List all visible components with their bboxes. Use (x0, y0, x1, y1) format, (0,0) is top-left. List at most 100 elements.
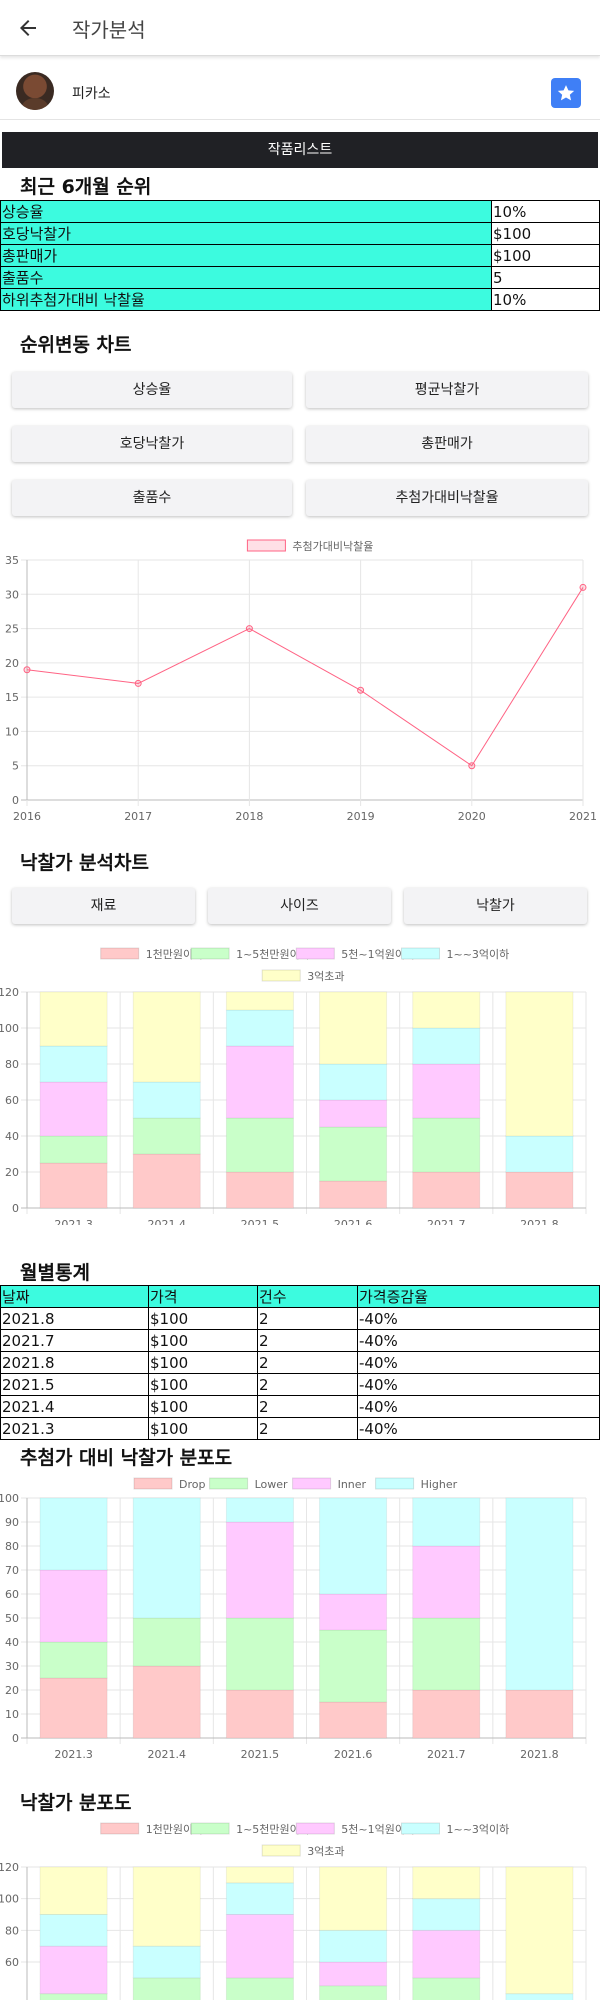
legend-label: Lower (255, 1478, 288, 1491)
y-tick-label: 20 (5, 1684, 19, 1697)
bar-segment (319, 1985, 388, 2000)
star-icon (557, 85, 575, 101)
bar-segment (225, 1977, 294, 2000)
legend-swatch (401, 1822, 440, 1835)
bar-segment (225, 1045, 294, 1119)
legend-swatch (401, 947, 440, 960)
artist-row: 피카소 (0, 68, 600, 120)
x-tick-label: 2016 (13, 810, 41, 823)
y-tick-label: 10 (5, 725, 19, 738)
x-tick-label: 2021.6 (334, 1748, 373, 1761)
y-tick-label: 20 (5, 657, 19, 670)
monthly-table: 날짜 가격 건수 가격증감율 2021.8 $100 2 -40% 2021.7 $100… (0, 1285, 600, 1440)
bar-segment (132, 1153, 201, 1209)
monthly-title: 월별통계 (20, 1262, 90, 1284)
bar-segment (132, 991, 201, 1083)
back-arrow-icon[interactable] (16, 16, 40, 40)
monthly-date: 2021.3 (0, 1417, 149, 1440)
favorite-button[interactable] (551, 78, 581, 108)
analysis-tab-size[interactable]: 사이즈 (208, 888, 391, 924)
x-tick-label: 2021.5 (241, 1218, 280, 1225)
y-tick-label: 0 (12, 794, 19, 807)
price-distribution-chart: 1천만원이하 1~5천만원이하 5천~1억원이하 1~~3억이하3억초과6080100… (0, 1822, 587, 2000)
bar-segment (132, 1945, 201, 1979)
legend-swatch (133, 1477, 173, 1490)
analysis-tab-price[interactable]: 낙찰가 (404, 888, 587, 924)
app-bar: 작가분석 (0, 0, 600, 56)
monthly-price: $100 (148, 1395, 258, 1418)
recent-rank-table: 상승율 10% 호당낙찰가 $100 총판매가 $100 출품수 5 하위추첨가대비 낙찰율 10… (0, 200, 600, 311)
bar-segment (505, 1135, 574, 1173)
legend-label: Drop (179, 1478, 205, 1491)
rank-tab-price-per-unit[interactable]: 호당낙찰가 (12, 426, 292, 462)
y-tick-label: 90 (5, 1516, 19, 1529)
legend-swatch (292, 1477, 332, 1490)
bar-segment (319, 1099, 388, 1128)
y-tick-label: 120 (0, 1861, 19, 1874)
legend-label: 추첨가대비낙찰율 (292, 540, 373, 553)
bar-segment (132, 1866, 201, 1947)
y-tick-label: 70 (5, 1564, 19, 1577)
rank-label: 하위추첨가대비 낙찰율 (0, 288, 492, 311)
monthly-count: 2 (257, 1395, 358, 1418)
avatar (16, 72, 54, 110)
rank-row: 총판매가 $100 (0, 244, 600, 267)
series-line (26, 587, 584, 767)
y-tick-label: 40 (5, 1636, 19, 1649)
legend-swatch (190, 947, 230, 960)
bar-segment (319, 1929, 388, 1963)
x-tick-label: 2017 (124, 810, 152, 823)
bar-segment (39, 1641, 108, 1679)
monthly-header-date: 날짜 (0, 1285, 149, 1308)
rank-line-chart: 추첨가대비낙찰율 0 5 10 15 20 25 30 35 2016 2017 2018 2019 20… (5, 539, 597, 823)
bar-segment (412, 1063, 481, 1119)
y-tick-label: 35 (5, 554, 19, 567)
rank-tab-total-sales[interactable]: 총판매가 (306, 426, 588, 462)
bar-segment (225, 1617, 294, 1691)
monthly-header-count: 건수 (257, 1285, 358, 1308)
rank-tab-bid-ratio[interactable]: 추첨가대비낙찰율 (306, 480, 588, 516)
monthly-count: 2 (257, 1417, 358, 1440)
rank-value: $100 (491, 222, 600, 245)
y-tick-label: 50 (5, 1612, 19, 1625)
y-tick-label: 40 (5, 1130, 19, 1143)
monthly-change: -40% (357, 1329, 600, 1352)
rank-tab-avg-price[interactable]: 평균낙찰가 (306, 372, 588, 408)
works-list-button[interactable]: 작품리스트 (2, 132, 598, 168)
rank-value: 10% (491, 200, 600, 223)
bar-segment (39, 1866, 108, 1915)
y-tick-label: 10 (5, 1708, 19, 1721)
table-row: 2021.8 $100 2 -40% (0, 1307, 600, 1330)
monthly-header-row: 날짜 가격 건수 가격증감율 (0, 1285, 600, 1308)
x-tick-label: 2020 (458, 810, 486, 823)
x-tick-label: 2021.8 (520, 1218, 559, 1225)
data-point (23, 666, 31, 674)
artist-name: 피카소 (72, 86, 111, 102)
monthly-date: 2021.8 (0, 1307, 149, 1330)
analysis-tab-material[interactable]: 재료 (12, 888, 195, 924)
bar-segment (132, 1497, 201, 1619)
rank-label: 상승율 (0, 200, 492, 223)
legend-swatch (295, 947, 335, 960)
bar-segment (412, 1027, 481, 1065)
y-tick-label: 80 (5, 1058, 19, 1071)
monthly-header-price: 가격 (148, 1285, 258, 1308)
bar-segment (412, 1117, 481, 1173)
table-row: 2021.5 $100 2 -40% (0, 1373, 600, 1396)
bar-segment (505, 991, 574, 1137)
bar-segment (412, 1898, 481, 1931)
legend-swatch (246, 539, 286, 552)
monthly-date: 2021.8 (0, 1351, 149, 1374)
legend-swatch (261, 1844, 301, 1857)
bar-segment (412, 1617, 481, 1691)
y-tick-label: 20 (5, 1166, 19, 1179)
rank-row: 하위추첨가대비 낙찰율 10% (0, 288, 600, 311)
rank-tab-entries[interactable]: 출품수 (12, 480, 292, 516)
rank-label: 총판매가 (0, 244, 492, 267)
legend-swatch (190, 1822, 230, 1835)
bar-segment (39, 1945, 108, 1995)
rank-tab-rise-rate[interactable]: 상승율 (12, 372, 292, 408)
recent-rank-title: 최근 6개월 순위 (20, 176, 152, 198)
bar-segment (132, 1665, 201, 1739)
data-point (468, 762, 476, 770)
